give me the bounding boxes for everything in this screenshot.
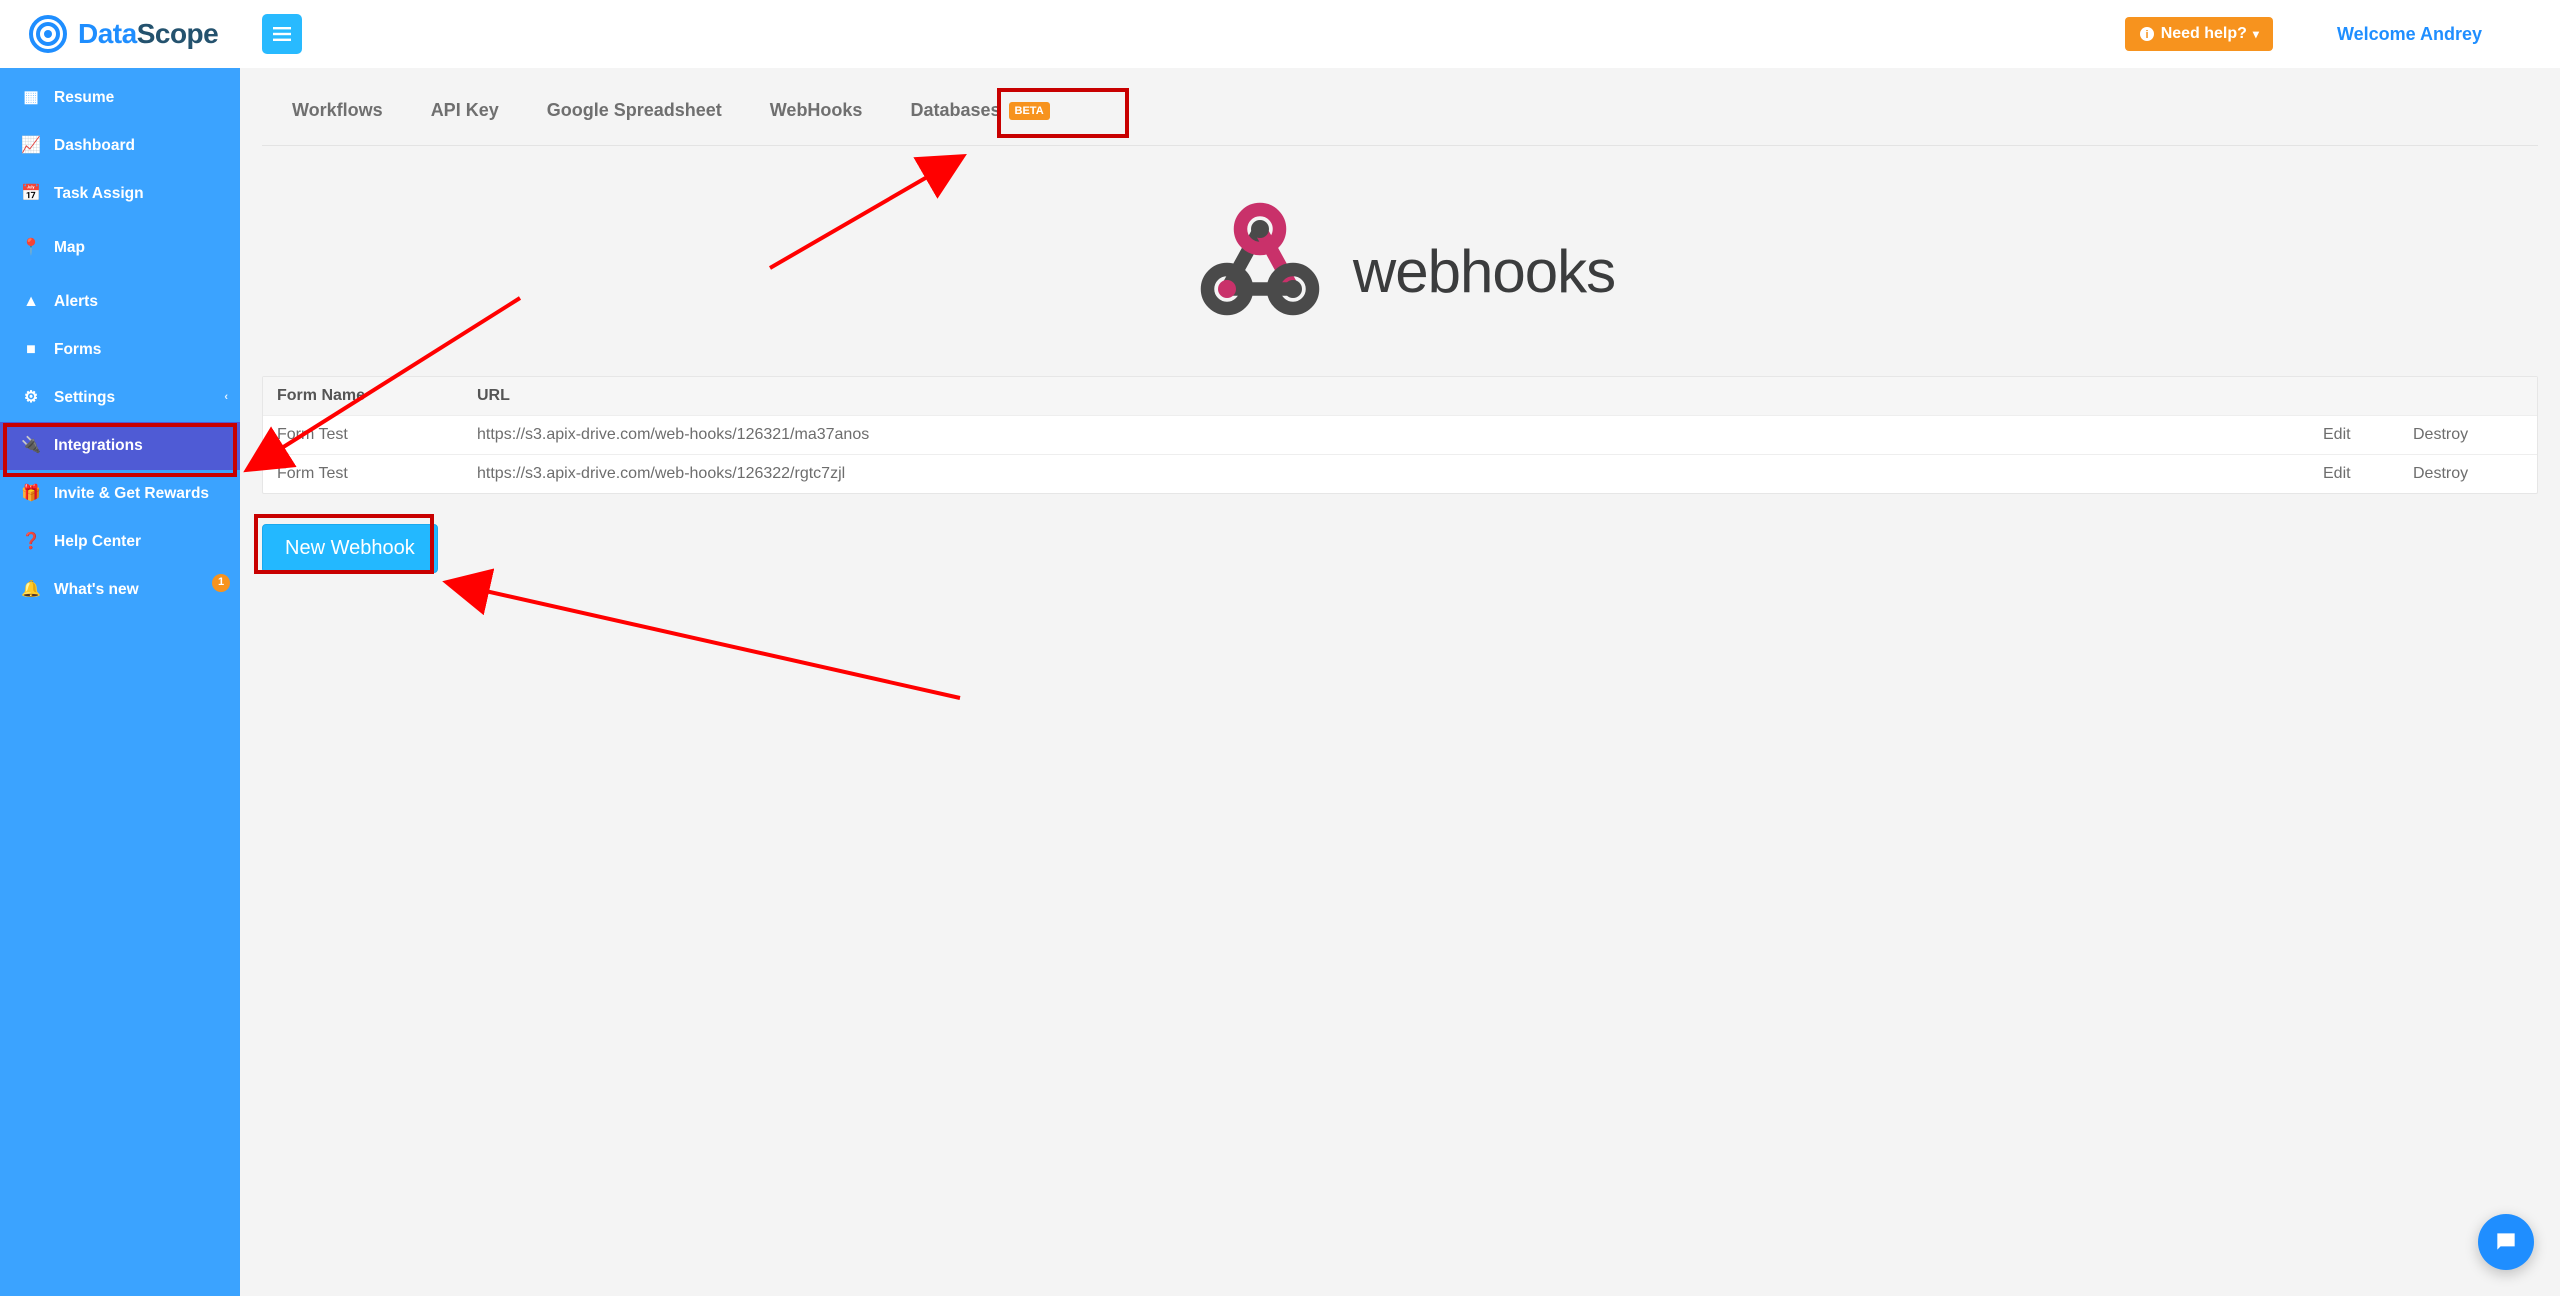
- calendar-icon: 📅: [22, 184, 40, 204]
- webhooks-logo-icon: [1185, 196, 1335, 346]
- table-row: Form Test https://s3.apix-drive.com/web-…: [263, 454, 2537, 493]
- main-content: Workflows API Key Google Spreadsheet Web…: [240, 68, 2560, 1296]
- warning-icon: ▲: [22, 292, 40, 312]
- sidebar-item-whats-new[interactable]: 🔔 What's new 1: [0, 566, 240, 614]
- welcome-user[interactable]: Welcome Andrey: [2337, 24, 2482, 45]
- gear-icon: ⚙: [22, 388, 40, 408]
- sidebar-item-settings[interactable]: ⚙ Settings ‹: [0, 374, 240, 422]
- sidebar-item-label: Alerts: [54, 292, 98, 311]
- bell-icon: 🔔: [22, 580, 40, 600]
- sidebar-item-dashboard[interactable]: 📈 Dashboard: [0, 122, 240, 170]
- tab-label: WebHooks: [770, 100, 863, 121]
- info-icon: i: [2139, 26, 2155, 42]
- cell-form: Form Test: [277, 426, 477, 444]
- sidebar-item-label: Dashboard: [54, 136, 135, 155]
- destroy-link[interactable]: Destroy: [2413, 426, 2523, 444]
- edit-link[interactable]: Edit: [2323, 465, 2413, 483]
- sidebar-item-alerts[interactable]: ▲ Alerts: [0, 278, 240, 326]
- tab-label: Workflows: [292, 100, 383, 121]
- tab-workflows[interactable]: Workflows: [290, 96, 385, 125]
- chat-launcher-button[interactable]: [2478, 1214, 2534, 1270]
- sidebar: ▦ Resume 📈 Dashboard 📅 Task Assign 📍 Map…: [0, 68, 240, 1296]
- tab-webhooks[interactable]: WebHooks: [768, 96, 865, 125]
- sidebar-item-map[interactable]: 📍 Map: [0, 218, 240, 278]
- sidebar-item-forms[interactable]: ■ Forms: [0, 326, 240, 374]
- col-header-url: URL: [477, 387, 2323, 405]
- tab-label: Google Spreadsheet: [547, 100, 722, 121]
- beta-badge: BETA: [1009, 102, 1050, 120]
- sidebar-item-label: Forms: [54, 340, 101, 359]
- brand-logo[interactable]: DataScope: [28, 14, 218, 54]
- grid-icon: ▦: [22, 88, 40, 108]
- webhooks-table: Form Name URL .. Form Test https://s3.ap…: [262, 376, 2538, 494]
- brand-text: DataScope: [78, 18, 218, 50]
- svg-text:i: i: [2145, 29, 2148, 41]
- gift-icon: 🎁: [22, 484, 40, 504]
- help-icon: ❓: [22, 532, 40, 552]
- cell-url: https://s3.apix-drive.com/web-hooks/1263…: [477, 465, 2323, 483]
- hamburger-icon: [273, 27, 291, 41]
- brand-mark-icon: [28, 14, 68, 54]
- table-row: Form Test https://s3.apix-drive.com/web-…: [263, 415, 2537, 454]
- destroy-link[interactable]: Destroy: [2413, 465, 2523, 483]
- sidebar-item-label: Map: [54, 238, 85, 257]
- sidebar-item-label: Integrations: [54, 436, 143, 455]
- sidebar-item-task-assign[interactable]: 📅 Task Assign: [0, 170, 240, 218]
- tab-databases[interactable]: Databases BETA: [908, 96, 1051, 125]
- sidebar-item-label: Task Assign: [54, 184, 144, 203]
- caret-down-icon: ▾: [2253, 27, 2259, 41]
- chart-icon: 📈: [22, 136, 40, 156]
- sidebar-item-label: Help Center: [54, 532, 141, 551]
- pin-icon: 📍: [22, 238, 40, 258]
- sidebar-item-integrations[interactable]: 🔌 Integrations: [0, 422, 240, 470]
- table-header-row: Form Name URL ..: [263, 377, 2537, 415]
- col-header-form: Form Name: [277, 387, 477, 405]
- need-help-button[interactable]: i Need help? ▾: [2125, 17, 2273, 51]
- need-help-label: Need help?: [2161, 25, 2247, 43]
- sidebar-item-resume[interactable]: ▦ Resume: [0, 74, 240, 122]
- cell-url: https://s3.apix-drive.com/web-hooks/1263…: [477, 426, 2323, 444]
- tab-label: API Key: [431, 100, 499, 121]
- plug-icon: 🔌: [22, 436, 40, 456]
- new-webhook-button[interactable]: New Webhook: [262, 524, 438, 573]
- chevron-left-icon: ‹: [224, 391, 228, 405]
- sidebar-item-label: What's new: [54, 580, 139, 599]
- sidebar-item-label: Resume: [54, 88, 114, 107]
- tab-label: Databases: [910, 100, 1000, 121]
- sidebar-item-label: Invite & Get Rewards: [54, 484, 209, 503]
- cell-form: Form Test: [277, 465, 477, 483]
- sidebar-item-invite-rewards[interactable]: 🎁 Invite & Get Rewards: [0, 470, 240, 518]
- sidebar-item-label: Settings: [54, 388, 115, 407]
- webhooks-hero-label: webhooks: [1353, 237, 1615, 306]
- integration-tabs: Workflows API Key Google Spreadsheet Web…: [262, 68, 2538, 146]
- sidebar-item-help-center[interactable]: ❓ Help Center: [0, 518, 240, 566]
- topbar: DataScope i Need help? ▾ Welcome Andrey: [0, 0, 2560, 68]
- sidebar-toggle-button[interactable]: [262, 14, 302, 54]
- edit-link[interactable]: Edit: [2323, 426, 2413, 444]
- webhooks-hero: webhooks: [262, 146, 2538, 376]
- tab-api-key[interactable]: API Key: [429, 96, 501, 125]
- notification-badge: 1: [212, 574, 230, 592]
- tab-google-spreadsheet[interactable]: Google Spreadsheet: [545, 96, 724, 125]
- archive-icon: ■: [22, 340, 40, 360]
- chat-icon: [2493, 1229, 2519, 1255]
